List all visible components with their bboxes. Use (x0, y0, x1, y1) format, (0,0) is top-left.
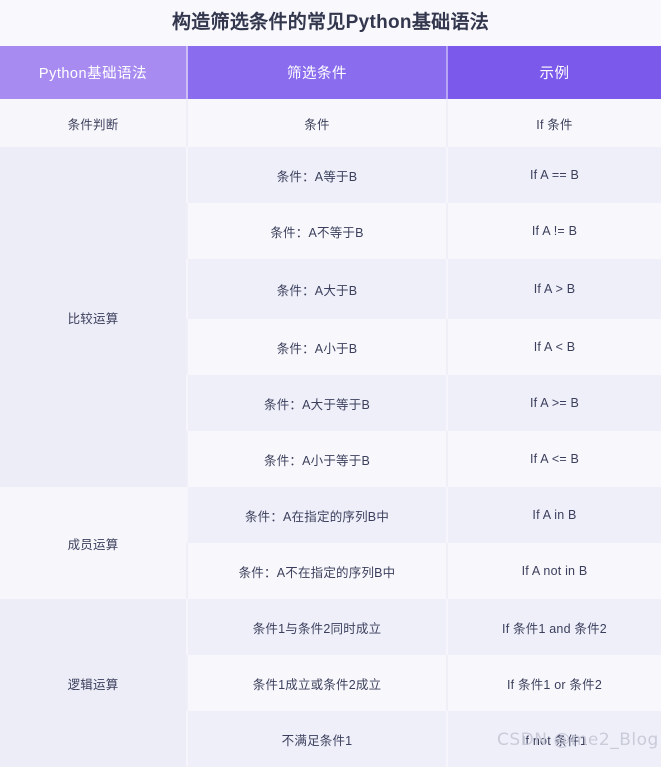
example-cell: If A < B (446, 319, 661, 375)
example-cell: If 条件 (446, 99, 661, 147)
condition-cell: 条件：A不等于B (186, 203, 447, 259)
column-header-example: 示例 (446, 46, 661, 99)
category-cell: 成员运算 (0, 487, 187, 599)
example-cell: If A == B (446, 147, 661, 203)
table-header-row: Python基础语法 筛选条件 示例 (0, 46, 661, 99)
example-cell: If A != B (446, 203, 661, 259)
column-header-syntax: Python基础语法 (0, 46, 187, 99)
category-cell: 条件判断 (0, 99, 187, 147)
condition-cell: 条件1成立或条件2成立 (186, 655, 447, 711)
table-body: 条件判断 条件 If 条件 比较运算 条件：A等于B If A == B 条件：A不等于B I… (0, 99, 661, 767)
example-cell: If A > B (446, 259, 661, 319)
table-row: 逻辑运算 条件1与条件2同时成立 If 条件1 and 条件2 (0, 599, 661, 767)
condition-cell: 条件：A等于B (186, 147, 447, 203)
category-cell: 逻辑运算 (0, 599, 187, 767)
condition-cell: 条件1与条件2同时成立 (186, 599, 447, 655)
condition-cell: 条件：A大于B (186, 259, 447, 319)
condition-cell: 条件：A大于等于B (186, 375, 447, 431)
example-cell: If 条件1 and 条件2 (446, 599, 661, 655)
condition-cell: 条件：A小于等于B (186, 431, 447, 487)
table-row: 条件判断 条件 If 条件 (0, 99, 661, 147)
table-head: Python基础语法 筛选条件 示例 (0, 46, 661, 99)
example-cell: If A in B (446, 487, 661, 543)
example-cell: If A <= B (446, 431, 661, 487)
table-row: 成员运算 条件：A在指定的序列B中 If A in B (0, 487, 661, 599)
condition-cell: 条件：A不在指定的序列B中 (186, 543, 447, 599)
example-cell: If A >= B (446, 375, 661, 431)
condition-cell: 不满足条件1 (186, 711, 447, 767)
page-title: 构造筛选条件的常见Python基础语法 (171, 11, 490, 33)
table-page: 构造筛选条件的常见Python基础语法 Python基础语法 筛选条件 示例 条… (0, 0, 661, 767)
example-cell: If 条件1 or 条件2 (446, 655, 661, 711)
example-cell: If not 条件1 (446, 711, 661, 767)
syntax-table: Python基础语法 筛选条件 示例 条件判断 条件 If 条件 比较运算 条件：A等于… (0, 46, 661, 767)
condition-cell: 条件：A在指定的序列B中 (186, 487, 447, 543)
category-cell: 比较运算 (0, 147, 187, 487)
example-cell: If A not in B (446, 543, 661, 599)
condition-cell: 条件 (186, 99, 447, 147)
column-header-condition: 筛选条件 (186, 46, 447, 99)
condition-cell: 条件：A小于B (186, 319, 447, 375)
page-title-bar: 构造筛选条件的常见Python基础语法 (0, 0, 661, 46)
table-row: 比较运算 条件：A等于B If A == B (0, 147, 661, 487)
